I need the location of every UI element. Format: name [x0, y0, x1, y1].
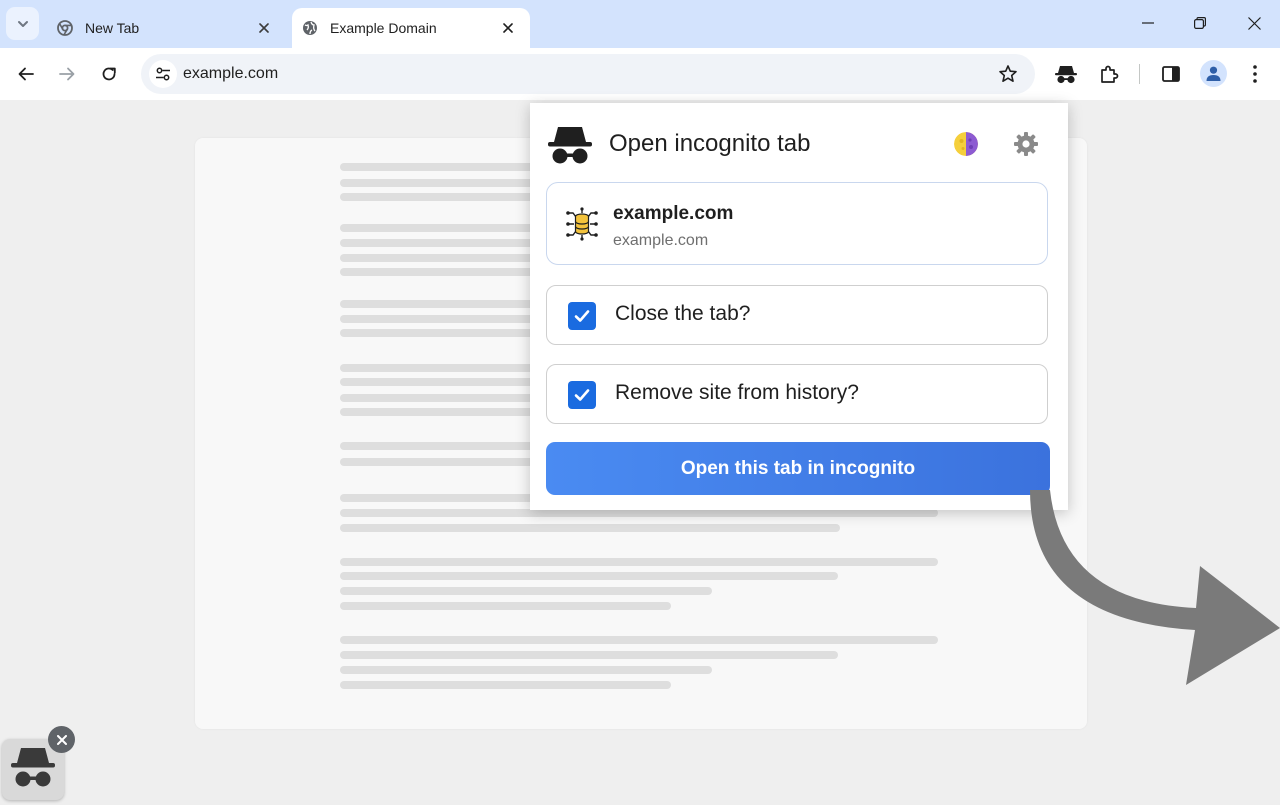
tab-title: New Tab — [85, 20, 140, 36]
tab-search-button[interactable] — [6, 7, 39, 40]
extension-popup: Open incognito tab example.com example.c… — [530, 103, 1068, 510]
skeleton-line — [340, 572, 838, 580]
skeleton-line — [340, 651, 838, 659]
globe-icon — [302, 20, 318, 36]
incognito-logo-icon — [548, 127, 592, 164]
site-name: example.com — [613, 203, 734, 224]
tab-new-tab[interactable]: New Tab — [44, 8, 286, 48]
forward-button[interactable] — [51, 58, 83, 90]
address-bar[interactable]: example.com — [141, 54, 1035, 94]
close-icon — [1247, 16, 1261, 30]
close-floating-button[interactable] — [48, 726, 75, 753]
more-menu-icon[interactable] — [1243, 62, 1267, 86]
skeleton-line — [340, 179, 535, 187]
skeleton-line — [340, 163, 535, 171]
site-url: example.com — [613, 232, 709, 249]
toolbar-divider — [1139, 64, 1140, 84]
profile-avatar[interactable] — [1200, 60, 1227, 87]
open-in-incognito-button[interactable]: Open this tab in incognito — [546, 442, 1050, 495]
checkmark-icon — [574, 389, 590, 401]
restore-button[interactable] — [1180, 8, 1220, 38]
skeleton-line — [340, 602, 671, 610]
skeleton-line — [340, 587, 712, 595]
chevron-down-icon — [17, 20, 28, 27]
skeleton-line — [340, 681, 671, 689]
remove-history-checkbox[interactable] — [568, 381, 596, 409]
site-info-button[interactable] — [149, 60, 177, 88]
incognito-extension-icon[interactable] — [1054, 62, 1078, 86]
reload-button[interactable] — [93, 58, 125, 90]
skeleton-line — [340, 193, 535, 201]
side-panel-icon[interactable] — [1159, 62, 1183, 86]
popup-title: Open incognito tab — [609, 130, 811, 157]
curved-arrow-icon — [1030, 490, 1280, 685]
tab-title: Example Domain — [330, 20, 437, 36]
minimize-icon — [1142, 22, 1154, 24]
url-text[interactable]: example.com — [183, 65, 278, 83]
browser-toolbar: example.com — [0, 48, 1280, 100]
close-tab-icon[interactable] — [254, 18, 274, 38]
checkmark-icon — [574, 310, 590, 322]
remove-history-option[interactable]: Remove site from history? — [546, 364, 1048, 424]
skeleton-line — [340, 558, 938, 566]
close-icon — [56, 734, 67, 745]
title-bar: New Tab Example Domain — [0, 0, 1280, 48]
skeleton-line — [340, 636, 938, 644]
skeleton-line — [340, 524, 840, 532]
close-tab-icon[interactable] — [498, 18, 518, 38]
close-tab-checkbox[interactable] — [568, 302, 596, 330]
minimize-button[interactable] — [1128, 8, 1168, 38]
chrome-icon — [57, 20, 73, 36]
close-tab-option[interactable]: Close the tab? — [546, 285, 1048, 345]
close-window-button[interactable] — [1234, 8, 1274, 38]
skeleton-line — [340, 666, 712, 674]
arrow-right-icon — [59, 67, 75, 81]
current-site-card: example.com example.com — [546, 182, 1048, 265]
database-network-icon — [566, 207, 598, 241]
skeleton-line — [340, 509, 938, 517]
remove-history-label[interactable]: Remove site from history? — [615, 381, 859, 405]
person-icon — [1206, 66, 1221, 81]
arrow-left-icon — [18, 67, 34, 81]
restore-icon — [1194, 17, 1206, 29]
back-button[interactable] — [10, 58, 42, 90]
tab-example-domain[interactable]: Example Domain — [292, 8, 530, 48]
gear-icon[interactable] — [1013, 131, 1039, 157]
reload-icon — [102, 67, 116, 81]
bookmark-star-icon[interactable] — [997, 63, 1019, 85]
close-tab-label[interactable]: Close the tab? — [615, 302, 750, 326]
tune-icon — [156, 67, 170, 81]
theme-toggle-icon[interactable] — [954, 132, 978, 156]
extensions-puzzle-icon[interactable] — [1097, 62, 1121, 86]
